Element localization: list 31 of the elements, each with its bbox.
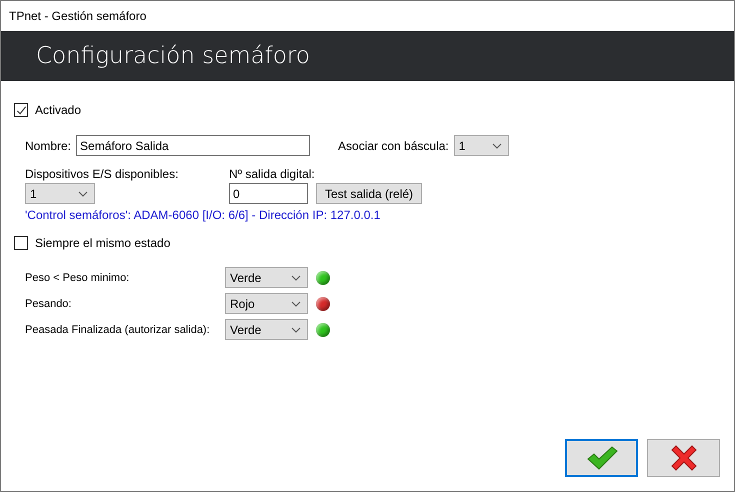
ok-button[interactable] xyxy=(565,439,638,477)
field-label: Nombre: xyxy=(25,138,72,152)
checkmark-icon xyxy=(586,446,618,470)
state-label: Peasada Finalizada (autorizar salida): xyxy=(25,324,211,336)
close-icon xyxy=(670,444,698,472)
activated-checkbox[interactable] xyxy=(14,103,28,117)
device-dropdown[interactable]: 1 xyxy=(25,183,95,204)
field-label: Asociar con báscula: xyxy=(338,138,449,152)
device-info: 'Control semáforos': ADAM-6060 [I/O: 6/6] - Dirección IP: 127.0.0.1 xyxy=(24,208,382,222)
state-label: Peso < Peso minimo: xyxy=(25,272,130,284)
test-button[interactable]: Test salida (relé) xyxy=(316,183,422,204)
caret-icon xyxy=(291,326,301,332)
caret-icon xyxy=(492,142,502,148)
name-field[interactable]: Semáforo Salida xyxy=(76,135,310,156)
caret-icon xyxy=(291,274,301,280)
color-dropdown[interactable]: Verde xyxy=(225,267,308,288)
window-title: TPnet - Gestión semáforo xyxy=(9,9,146,23)
same-state-checkbox[interactable] xyxy=(14,236,28,250)
caret-icon xyxy=(78,190,88,196)
caret-icon xyxy=(291,300,301,306)
output-field[interactable]: 0 xyxy=(229,183,308,204)
field-label: Nº salida digital: xyxy=(229,167,316,181)
field-label: Dispositivos E/S disponibles: xyxy=(25,167,180,181)
cancel-button[interactable] xyxy=(647,439,720,477)
color-dropdown[interactable]: Verde xyxy=(225,319,308,340)
state-label: Pesando: xyxy=(25,298,72,310)
scale-dropdown[interactable]: 1 xyxy=(454,135,509,156)
checkbox-label: Siempre el mismo estado xyxy=(35,236,170,250)
checkbox-label: Activado xyxy=(35,103,82,117)
header-title: Configuración semáforo xyxy=(36,43,310,69)
color-dropdown[interactable]: Rojo xyxy=(225,293,308,314)
